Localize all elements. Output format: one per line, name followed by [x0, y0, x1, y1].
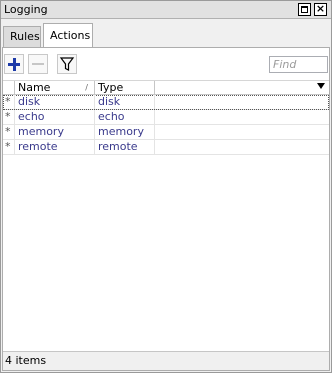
column-header-type[interactable]: Type [95, 81, 155, 95]
cell-type: echo [95, 110, 155, 124]
tab-bar: Rules Actions [1, 20, 331, 48]
column-header-name[interactable]: Name / [15, 81, 95, 95]
close-button[interactable]: × [314, 3, 327, 16]
add-button[interactable] [4, 54, 24, 74]
cell-name: echo [15, 110, 95, 124]
cell-name: disk [15, 95, 95, 109]
row-marker: * [3, 125, 15, 139]
item-count: 4 items [5, 354, 47, 367]
column-header-filler [155, 81, 315, 95]
table-row[interactable]: * memory memory [3, 125, 329, 140]
cell-type: disk [95, 95, 155, 109]
tab-rules[interactable]: Rules [3, 26, 41, 48]
row-marker: * [3, 140, 15, 154]
logging-window: Logging × Rules Actions Find Name / Type… [0, 0, 332, 373]
restore-button[interactable] [298, 3, 311, 16]
row-marker: * [3, 95, 15, 109]
column-chooser-dropdown-icon[interactable] [317, 83, 325, 89]
close-icon: × [315, 2, 326, 15]
cell-name: remote [15, 140, 95, 154]
remove-button[interactable] [28, 54, 48, 74]
row-marker: * [3, 110, 15, 124]
marker-column-header[interactable] [3, 81, 15, 95]
window-title: Logging [4, 3, 48, 16]
toolbar: Find [3, 48, 329, 80]
cell-name: memory [15, 125, 95, 139]
filter-button[interactable] [57, 54, 77, 74]
actions-table: Name / Type * disk disk * echo echo * me… [3, 80, 329, 155]
title-bar[interactable]: Logging × [1, 1, 331, 19]
actions-panel: Find Name / Type * disk disk * echo echo… [2, 47, 330, 371]
table-row[interactable]: * disk disk [3, 95, 329, 110]
cell-type: memory [95, 125, 155, 139]
table-header: Name / Type [3, 80, 329, 95]
restore-icon [301, 6, 308, 13]
table-row[interactable]: * echo echo [3, 110, 329, 125]
cell-type: remote [95, 140, 155, 154]
minus-icon [32, 63, 44, 65]
tab-actions[interactable]: Actions [43, 23, 93, 48]
sort-indicator-icon: / [85, 83, 88, 92]
find-input[interactable]: Find [269, 56, 328, 73]
status-bar: 4 items [3, 351, 329, 370]
table-row[interactable]: * remote remote [3, 140, 329, 155]
filter-icon [59, 57, 75, 71]
